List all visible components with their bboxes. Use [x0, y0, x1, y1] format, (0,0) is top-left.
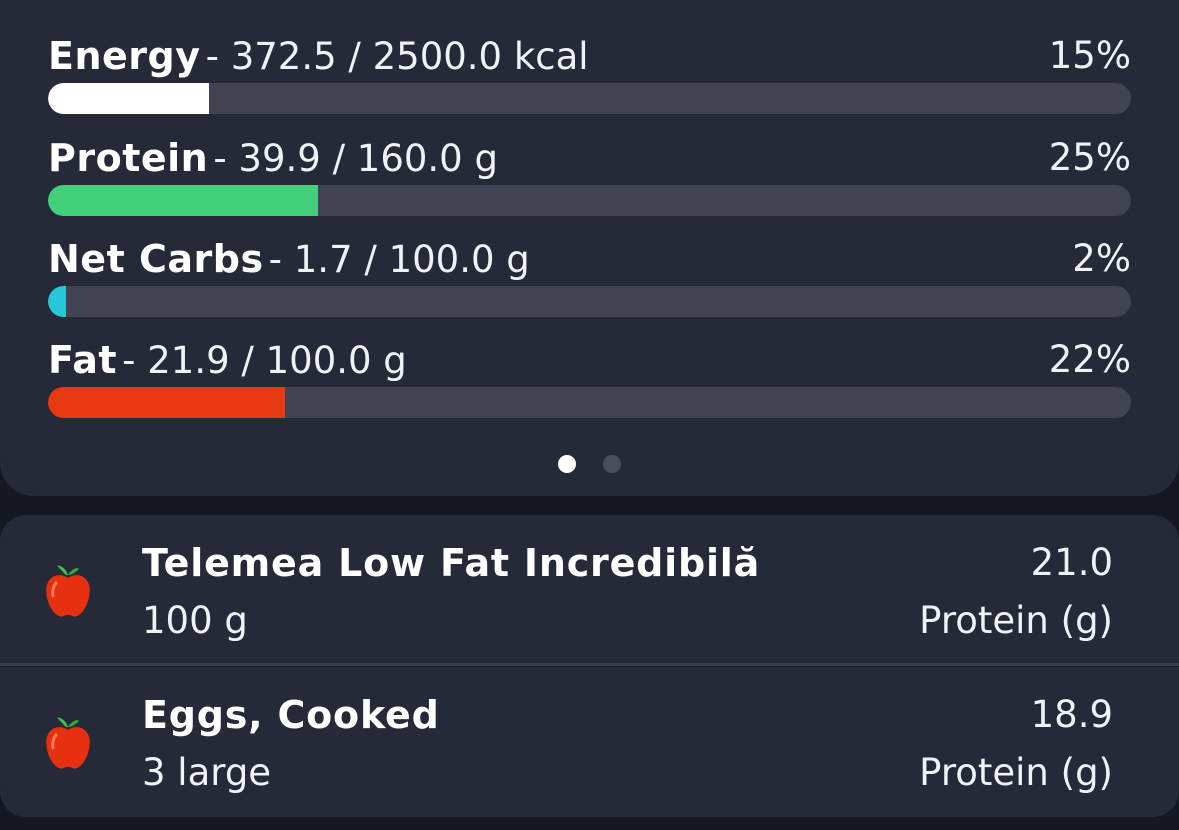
progress-bar [48, 185, 1131, 216]
page-dot-2[interactable] [603, 455, 621, 473]
nutrient-percent: 22% [1048, 338, 1131, 381]
nutrient-name: Net Carbs [48, 237, 264, 281]
nutrient-summary-card[interactable]: Energy - 372.5 / 2500.0 kcal 15% Protein… [0, 0, 1179, 496]
food-quantity: 100 g [142, 599, 248, 642]
progress-bar [48, 286, 1131, 317]
food-item-eggs[interactable]: Eggs, Cooked 3 large 18.9 Protein (g) [0, 667, 1179, 817]
nutrient-name: Fat [48, 338, 118, 382]
food-nutrient-value: 18.9 [1030, 693, 1113, 736]
page-indicator[interactable] [0, 455, 1179, 473]
nutrient-amount: - 1.7 / 100.0 g [268, 238, 530, 281]
progress-bar [48, 83, 1131, 114]
divider [0, 663, 1179, 666]
page-dot-1[interactable] [558, 455, 576, 473]
progress-fill [48, 286, 67, 317]
apple-icon [46, 565, 90, 617]
nutrient-name: Protein [48, 136, 209, 180]
nutrient-amount: - 39.9 / 160.0 g [213, 137, 498, 180]
progress-fill [48, 185, 318, 216]
nutrient-percent: 2% [1072, 237, 1131, 280]
food-nutrient-value: 21.0 [1030, 541, 1113, 584]
nutrient-percent: 25% [1048, 136, 1131, 179]
progress-fill [48, 387, 286, 418]
apple-icon [46, 717, 90, 769]
food-nutrient-unit: Protein (g) [919, 599, 1113, 642]
progress-fill [48, 83, 210, 114]
nutrient-amount: - 372.5 / 2500.0 kcal [205, 35, 589, 78]
food-nutrient-unit: Protein (g) [919, 751, 1113, 794]
nutrient-name: Energy [48, 34, 201, 78]
nutrient-percent: 15% [1048, 34, 1131, 77]
food-item-telemea[interactable]: Telemea Low Fat Incredibilă 100 g 21.0 P… [0, 515, 1179, 665]
nutrient-amount: - 21.9 / 100.0 g [122, 339, 407, 382]
food-name: Telemea Low Fat Incredibilă [142, 541, 761, 585]
progress-bar [48, 387, 1131, 418]
food-quantity: 3 large [142, 751, 272, 794]
food-name: Eggs, Cooked [142, 693, 440, 737]
